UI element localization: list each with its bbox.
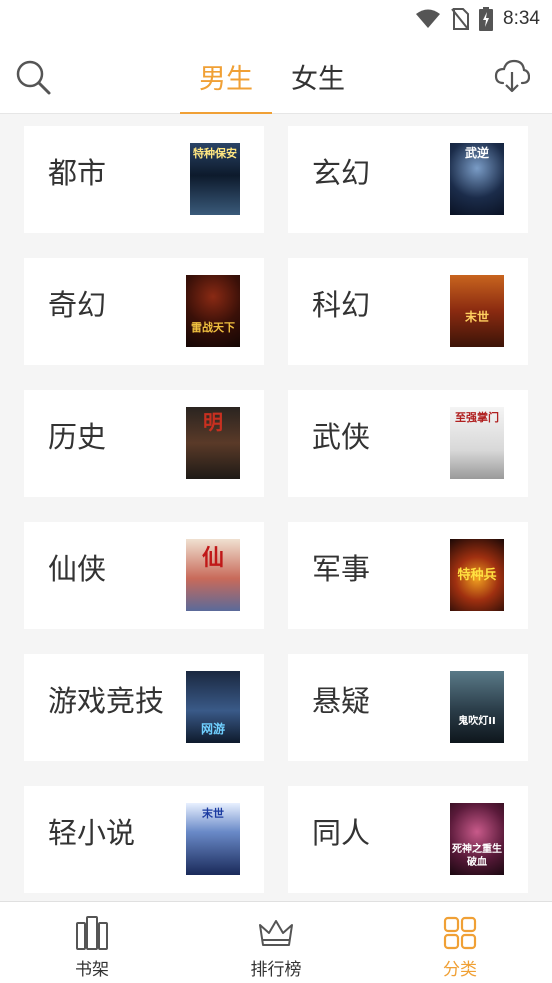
grid-icon <box>443 916 477 950</box>
book-cover: 死神之重生破血 <box>450 803 504 875</box>
book-cover: 鬼吹灯II <box>450 671 504 743</box>
book-cover: 仙 <box>186 539 240 611</box>
book-cover: 末世 <box>186 803 240 875</box>
category-label: 奇幻 <box>48 288 107 322</box>
tab-female[interactable]: 女生 <box>272 38 364 114</box>
category-card-tongren[interactable]: 同人 死神之重生破血 <box>288 786 528 893</box>
category-card-xianxia[interactable]: 仙侠 仙 <box>24 522 264 629</box>
category-label: 武侠 <box>312 420 371 454</box>
book-cover: 雷战天下 <box>186 275 240 347</box>
status-bar: 8:34 <box>0 0 552 38</box>
battery-charging-icon <box>479 7 494 31</box>
category-label: 游戏竞技 <box>48 684 165 718</box>
bookshelf-icon <box>76 916 108 950</box>
category-label: 都市 <box>48 156 107 190</box>
category-label: 历史 <box>48 420 107 454</box>
search-icon <box>16 60 51 95</box>
crown-icon <box>259 920 293 946</box>
category-card-xuanhuan[interactable]: 玄幻 武逆 <box>288 126 528 233</box>
category-label: 悬疑 <box>312 684 371 718</box>
book-cover: 特种保安 <box>190 143 240 215</box>
no-sim-icon <box>451 8 470 30</box>
category-label: 科幻 <box>312 288 371 322</box>
category-card-kehuan[interactable]: 科幻 末世 <box>288 258 528 365</box>
gender-tabs: 男生 女生 <box>180 38 364 114</box>
nav-category[interactable]: 分类 <box>368 902 552 983</box>
cloud-download-icon <box>494 59 531 93</box>
wifi-icon <box>416 9 441 28</box>
category-card-lishi[interactable]: 历史 明 <box>24 390 264 497</box>
category-label: 玄幻 <box>312 156 371 190</box>
category-card-xuanyi[interactable]: 悬疑 鬼吹灯II <box>288 654 528 761</box>
category-card-youxi[interactable]: 游戏竞技 网游 <box>24 654 264 761</box>
category-card-wuxia[interactable]: 武侠 至强掌门 <box>288 390 528 497</box>
search-button[interactable] <box>14 58 52 96</box>
book-cover: 末世 <box>450 275 504 347</box>
nav-label: 分类 <box>443 960 477 980</box>
nav-label: 书架 <box>75 960 109 980</box>
category-label: 仙侠 <box>48 552 107 586</box>
category-card-qingxiaoshuo[interactable]: 轻小说 末世 <box>24 786 264 893</box>
tab-male[interactable]: 男生 <box>180 38 272 114</box>
download-button[interactable] <box>494 58 531 94</box>
bottom-nav: 书架 排行榜 分类 <box>0 901 552 983</box>
category-label: 军事 <box>312 552 371 586</box>
nav-ranking[interactable]: 排行榜 <box>184 902 368 983</box>
category-card-dushi[interactable]: 都市 特种保安 <box>24 126 264 233</box>
book-cover: 明 <box>186 407 240 479</box>
status-time: 8:34 <box>503 8 540 29</box>
nav-bookshelf[interactable]: 书架 <box>0 902 184 983</box>
book-cover: 武逆 <box>450 143 504 215</box>
top-header: 男生 女生 <box>0 38 552 114</box>
category-grid: 都市 特种保安 玄幻 武逆 奇幻 雷战天下 科幻 末世 历史 明 武侠 至强掌门 <box>24 126 528 893</box>
book-cover: 至强掌门 <box>450 407 504 479</box>
category-label: 轻小说 <box>48 816 136 850</box>
book-cover: 网游 <box>186 671 240 743</box>
category-label: 同人 <box>312 816 371 850</box>
book-cover: 特种兵 <box>450 539 504 611</box>
category-card-qihuan[interactable]: 奇幻 雷战天下 <box>24 258 264 365</box>
category-card-junshi[interactable]: 军事 特种兵 <box>288 522 528 629</box>
nav-label: 排行榜 <box>250 960 302 980</box>
